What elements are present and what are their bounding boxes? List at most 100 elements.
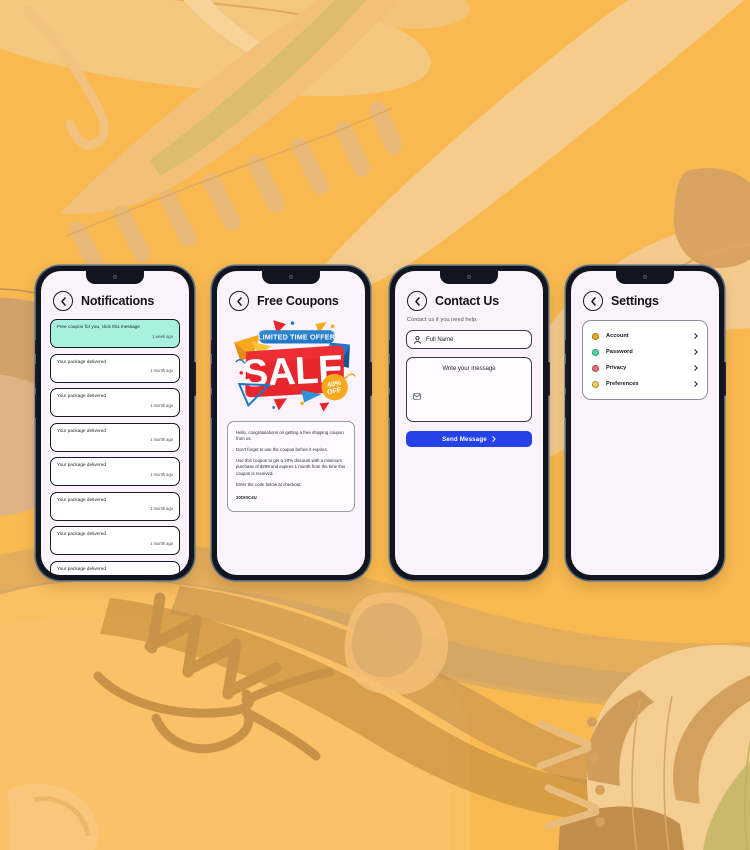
notification-text: Your package delivered: [57, 462, 106, 467]
envelope-icon: [413, 387, 421, 405]
notification-item[interactable]: Your package delivered 1 month ago: [50, 353, 180, 383]
notification-time: 1 month ago: [150, 506, 173, 512]
notification-text: Your package delivered: [57, 531, 106, 536]
phone-volume-up-button[interactable]: [564, 364, 567, 388]
phone-contact-us: Contact Us Contact us if you need help. …: [388, 266, 550, 580]
phone-notifications: Notifications Free coupon for you, click…: [34, 266, 196, 580]
phone-screen-contact-us: Contact Us Contact us if you need help. …: [395, 271, 543, 575]
phone-volume-down-button[interactable]: [34, 394, 37, 418]
phone-volume-up-button[interactable]: [34, 364, 37, 388]
chevron-left-icon: [414, 296, 420, 306]
sale-banner-illustration: LIMITED TIME OFFER SALE 40% OFF: [217, 311, 365, 415]
phone-silent-switch[interactable]: [34, 340, 37, 354]
notification-text: Free coupon for you, click this message: [57, 324, 140, 329]
front-camera-icon: [643, 274, 647, 279]
phone-volume-up-button[interactable]: [388, 364, 391, 388]
coupon-code[interactable]: 20DISC4U: [236, 495, 346, 501]
message-textarea[interactable]: Write your message: [406, 357, 532, 422]
phone-silent-switch[interactable]: [564, 340, 567, 354]
notification-text: Your package delivered: [57, 358, 106, 364]
settings-item-preferences[interactable]: Preferences: [592, 376, 698, 392]
notification-item[interactable]: Your package delivered 1 month ago: [50, 526, 180, 555]
phone-screen-settings: Settings Account Password Privacy Prefer…: [571, 271, 719, 575]
settings-item-label: Password: [606, 349, 633, 355]
coupon-paragraph-1: Hello, congratulations on getting a free…: [236, 429, 344, 441]
notification-text: Your package delivered: [57, 565, 106, 571]
page-title-settings: Settings: [611, 294, 659, 308]
screenshot-stage: Notifications Free coupon for you, click…: [0, 0, 750, 850]
settings-item-account[interactable]: Account: [592, 328, 698, 344]
phone-mockup-row: Notifications Free coupon for you, click…: [0, 266, 750, 582]
settings-item-label: Privacy: [606, 365, 627, 371]
page-title-free-coupons: Free Coupons: [257, 294, 339, 308]
back-button-free-coupons[interactable]: [229, 291, 249, 311]
phone-silent-switch[interactable]: [210, 340, 213, 354]
chevron-left-icon: [590, 296, 596, 306]
phone-screen-free-coupons: Free Coupons LIMITED TIME OFFER SALE 40%…: [217, 271, 365, 575]
front-camera-icon: [467, 274, 471, 279]
notification-item[interactable]: Your package delivered 1 month ago: [50, 491, 180, 521]
phone-notch: [440, 271, 498, 284]
phone-settings: Settings Account Password Privacy Prefer…: [564, 266, 726, 580]
status-dot-password: [592, 348, 599, 356]
coupon-paragraph-3: Use this coupon to get a 20% discount wi…: [236, 458, 346, 476]
notification-item[interactable]: Your package delivered 1 month ago: [50, 388, 180, 417]
back-button-notifications[interactable]: [53, 291, 73, 311]
full-name-input[interactable]: Full Name: [406, 330, 532, 349]
phone-screen-notifications: Notifications Free coupon for you, click…: [41, 271, 189, 575]
coupon-details-card: Hello, congratulations on getting a free…: [227, 420, 355, 513]
settings-item-label: Account: [606, 333, 629, 339]
send-message-button[interactable]: Send Message: [406, 431, 532, 447]
chevron-right-icon: [694, 365, 698, 371]
contact-us-subtitle: Contact us if you need help.: [407, 317, 478, 323]
back-button-contact-us[interactable]: [407, 291, 427, 311]
settings-item-privacy[interactable]: Privacy: [592, 360, 698, 376]
status-dot-preferences: [592, 380, 599, 388]
phone-notch: [86, 271, 144, 284]
notification-time: 1 month ago: [150, 540, 173, 546]
svg-text:LIMITED TIME OFFER: LIMITED TIME OFFER: [258, 333, 335, 341]
status-dot-privacy: [592, 364, 599, 372]
phone-volume-down-button[interactable]: [210, 394, 213, 418]
chevron-right-icon: [694, 333, 698, 339]
coupon-paragraph-4: Enter the code below at checkout:: [236, 481, 302, 487]
person-icon: [414, 335, 421, 344]
phone-power-button[interactable]: [723, 362, 726, 396]
notification-item[interactable]: Your package delivered 1 month ago: [50, 422, 180, 452]
back-button-settings[interactable]: [583, 291, 603, 311]
notification-time: 1 week ago: [152, 333, 173, 339]
page-title-notifications: Notifications: [81, 294, 155, 308]
notification-text: Your package delivered: [57, 427, 106, 433]
notification-time: 1 month ago: [150, 437, 173, 443]
notification-item[interactable]: Your package delivered 1 month ago: [50, 457, 180, 486]
notification-time: 1 month ago: [150, 368, 173, 374]
message-placeholder: Write your message: [442, 366, 496, 372]
phone-free-coupons: Free Coupons LIMITED TIME OFFER SALE 40%…: [210, 266, 372, 580]
settings-item-password[interactable]: Password: [592, 344, 698, 360]
phone-power-button[interactable]: [369, 362, 372, 396]
front-camera-icon: [113, 274, 117, 279]
phone-silent-switch[interactable]: [388, 340, 391, 354]
phone-power-button[interactable]: [193, 362, 196, 396]
phone-volume-down-button[interactable]: [564, 394, 567, 418]
status-dot-account: [592, 332, 599, 340]
chevron-right-icon: [492, 436, 496, 442]
phone-volume-up-button[interactable]: [210, 364, 213, 388]
notification-time: 1 month ago: [150, 471, 173, 477]
settings-item-label: Preferences: [606, 381, 639, 387]
phone-volume-down-button[interactable]: [388, 394, 391, 418]
phone-notch: [262, 271, 320, 284]
notification-item[interactable]: Your package delivered 1 month ago: [50, 560, 180, 575]
notification-text: Your package delivered: [57, 496, 106, 502]
settings-list-card: Account Password Privacy Preferences: [582, 320, 708, 400]
chevron-left-icon: [60, 296, 66, 306]
phone-power-button[interactable]: [547, 362, 550, 396]
front-camera-icon: [289, 274, 293, 279]
send-message-label: Send Message: [442, 435, 487, 443]
notification-text: Your package delivered: [57, 393, 106, 398]
chevron-right-icon: [694, 349, 698, 355]
chevron-right-icon: [694, 381, 698, 387]
phone-notch: [616, 271, 674, 284]
full-name-placeholder: Full Name: [426, 336, 454, 343]
notification-item-coupon[interactable]: Free coupon for you, click this message …: [50, 319, 180, 348]
